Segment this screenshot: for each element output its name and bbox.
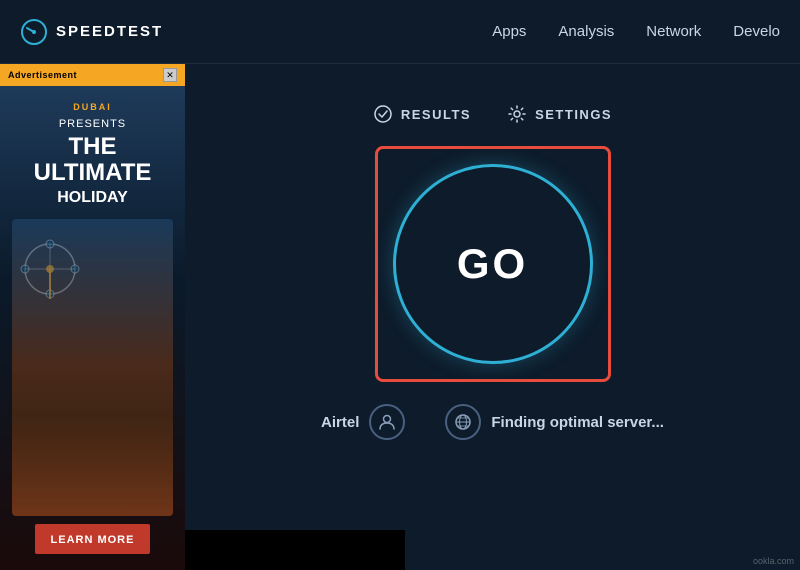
go-label: GO <box>457 240 528 288</box>
ad-sidebar: Advertisement ✕ DUBAI PRESENTS THE ULTIM… <box>0 64 185 570</box>
settings-label: SETTINGS <box>535 107 612 122</box>
ad-presents-text: PRESENTS <box>59 118 126 130</box>
black-bar <box>185 530 405 570</box>
people-silhouette <box>12 416 173 516</box>
provider-info: Airtel <box>321 404 405 440</box>
ad-close-button[interactable]: ✕ <box>163 68 177 82</box>
go-button[interactable]: GO <box>393 164 593 364</box>
user-icon[interactable] <box>369 404 405 440</box>
ad-cta-text: LEARN MORE <box>51 534 135 546</box>
ad-subtitle: HOLIDAY <box>57 189 128 207</box>
server-info: Finding optimal server... <box>445 404 664 440</box>
provider-name: Airtel <box>321 414 359 431</box>
logo-text: SPEEDTEST <box>56 23 163 40</box>
ad-image <box>12 219 173 516</box>
ferris-wheel-icon <box>20 239 80 299</box>
results-icon <box>373 104 393 124</box>
logo-area: SPEEDTEST <box>20 18 163 46</box>
server-status-text: Finding optimal server... <box>491 414 664 431</box>
ad-sponsor-text: DUBAI <box>73 102 112 112</box>
settings-button[interactable]: SETTINGS <box>507 104 612 124</box>
speedtest-logo-icon <box>20 18 48 46</box>
action-bar: RESULTS SETTINGS <box>373 104 612 124</box>
nav-network[interactable]: Network <box>646 23 701 40</box>
results-button[interactable]: RESULTS <box>373 104 471 124</box>
ad-cta-button[interactable]: LEARN MORE <box>35 524 151 554</box>
ad-header-text: Advertisement <box>8 70 77 80</box>
watermark: ookla.com <box>753 556 794 566</box>
bottom-info: Airtel Finding optimal server... <box>185 404 800 440</box>
ad-header-bar: Advertisement ✕ <box>0 64 185 86</box>
go-button-wrapper: GO <box>383 154 603 374</box>
ad-content: DUBAI PRESENTS THE ULTIMATE HOLIDAY LEAR <box>0 86 185 570</box>
ad-big-title: THE ULTIMATE <box>34 134 152 187</box>
header: SPEEDTEST Apps Analysis Network Develo <box>0 0 800 64</box>
main-content: RESULTS SETTINGS GO Airtel <box>185 64 800 440</box>
nav-analysis[interactable]: Analysis <box>558 23 614 40</box>
nav-apps[interactable]: Apps <box>492 23 526 40</box>
settings-icon <box>507 104 527 124</box>
globe-icon[interactable] <box>445 404 481 440</box>
nav-develop[interactable]: Develo <box>733 23 780 40</box>
results-label: RESULTS <box>401 107 471 122</box>
nav-links: Apps Analysis Network Develo <box>492 23 780 40</box>
